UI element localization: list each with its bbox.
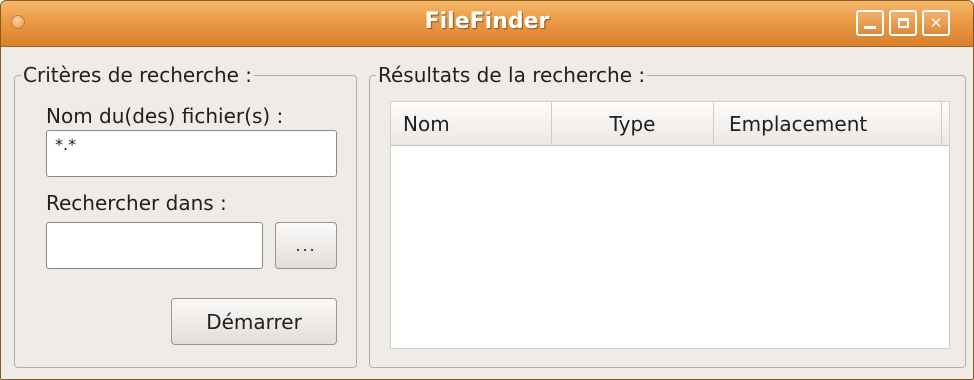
column-header-type[interactable]: Type — [552, 102, 714, 145]
start-button[interactable]: Démarrer — [171, 298, 337, 345]
results-title: Résultats de la recherche : — [376, 63, 648, 87]
filename-field[interactable]: *.* — [46, 130, 337, 177]
results-header: Nom Type Emplacement — [391, 102, 949, 146]
window-title: FileFinder — [424, 9, 550, 34]
close-button[interactable]: ✕ — [922, 10, 950, 36]
maximize-button[interactable] — [889, 10, 917, 36]
column-header-location[interactable]: Emplacement — [714, 102, 942, 145]
search-in-field[interactable] — [46, 222, 263, 269]
minimize-button[interactable] — [856, 10, 884, 36]
browse-button[interactable]: ... — [275, 222, 337, 269]
filename-label: Nom du(des) fichier(s) : — [46, 104, 284, 128]
maximize-icon — [897, 18, 909, 28]
close-icon: ✕ — [929, 14, 943, 32]
column-header-name[interactable]: Nom — [391, 102, 552, 145]
search-in-label: Rechercher dans : — [46, 191, 227, 215]
minimize-icon — [864, 26, 876, 29]
results-table[interactable]: Nom Type Emplacement — [390, 101, 950, 349]
search-criteria-title: Critères de recherche : — [21, 63, 255, 87]
app-window: FileFinder ✕ Critères de recherche : Nom… — [0, 0, 974, 380]
title-bar[interactable]: FileFinder ✕ — [1, 1, 973, 47]
